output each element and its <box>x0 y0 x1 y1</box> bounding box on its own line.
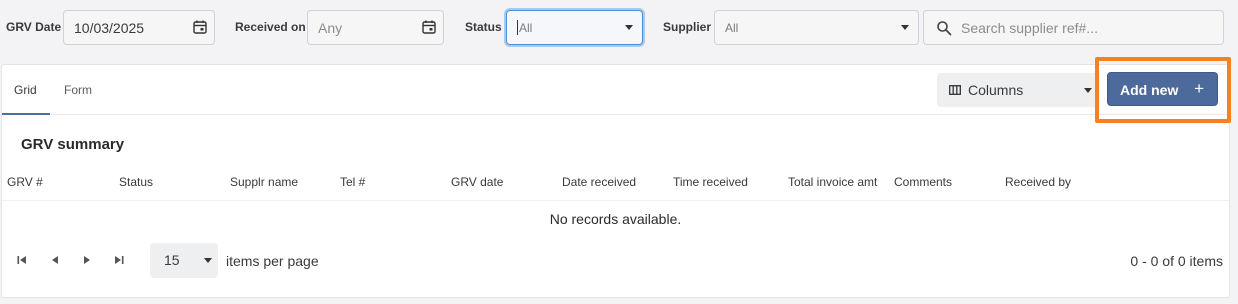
last-page-icon[interactable] <box>113 254 125 266</box>
column-header[interactable]: GRV # <box>7 175 43 189</box>
status-select[interactable]: All <box>506 10 643 45</box>
received-on-label: Received on <box>235 20 306 34</box>
view-tabs: Grid Form Columns Add new + <box>2 57 1231 123</box>
column-header[interactable]: Date received <box>562 175 636 189</box>
grv-date-field[interactable]: 10/03/2025 <box>63 10 215 45</box>
calendar-icon[interactable] <box>192 19 208 35</box>
chevron-down-icon <box>204 258 212 263</box>
calendar-icon[interactable] <box>421 19 437 35</box>
column-header[interactable]: Supplr name <box>230 175 298 189</box>
filter-bar: GRV Date 10/03/2025 Received on Any Stat… <box>0 0 1238 56</box>
column-header[interactable]: Total invoice amt <box>788 175 877 189</box>
pager-info: 0 - 0 of 0 items <box>1130 253 1223 269</box>
empty-message: No records available. <box>549 211 682 227</box>
column-header[interactable]: Time received <box>673 175 748 189</box>
supplier-label: Supplier <box>663 20 712 34</box>
status-value: All <box>519 21 533 35</box>
chevron-down-icon <box>901 25 909 30</box>
tab-form[interactable]: Form <box>64 83 92 97</box>
chevron-down-icon <box>1084 88 1092 93</box>
column-header[interactable]: Status <box>119 175 153 189</box>
header-divider <box>2 200 1229 201</box>
text-cursor <box>517 20 518 35</box>
grid-title: GRV summary <box>21 136 125 153</box>
per-page-label: items per page <box>226 253 319 269</box>
page-size-select[interactable]: 15 <box>150 243 218 278</box>
search-input[interactable]: Search supplier ref#... <box>923 10 1224 45</box>
search-placeholder: Search supplier ref#... <box>961 20 1098 36</box>
plus-icon: + <box>1194 79 1204 98</box>
page-size-value: 15 <box>164 252 180 268</box>
chevron-down-icon <box>625 25 633 30</box>
next-page-icon[interactable] <box>81 254 93 266</box>
supplier-select[interactable]: All <box>714 10 919 45</box>
columns-dropdown[interactable]: Columns <box>937 73 1098 107</box>
grv-card: Grid Form Columns Add new + GRV summary … <box>1 57 1231 298</box>
column-header[interactable]: Tel # <box>340 175 365 189</box>
first-page-icon[interactable] <box>16 254 28 266</box>
column-header[interactable]: GRV date <box>451 175 503 189</box>
column-header[interactable]: Received by <box>1005 175 1071 189</box>
tab-grid[interactable]: Grid <box>14 83 37 97</box>
previous-page-icon[interactable] <box>49 254 61 266</box>
grv-date-label: GRV Date <box>6 20 62 34</box>
status-label: Status <box>465 20 502 34</box>
received-on-placeholder: Any <box>318 20 343 36</box>
search-icon <box>937 21 952 36</box>
columns-label: Columns <box>968 82 1024 98</box>
grv-date-value: 10/03/2025 <box>74 20 145 36</box>
active-tab-indicator <box>2 113 50 115</box>
supplier-value: All <box>725 21 739 35</box>
column-header[interactable]: Comments <box>894 175 952 189</box>
columns-icon <box>949 85 961 95</box>
add-new-button[interactable]: Add new + <box>1107 72 1218 106</box>
received-on-field[interactable]: Any <box>307 10 444 45</box>
add-new-label: Add new <box>1120 82 1179 98</box>
